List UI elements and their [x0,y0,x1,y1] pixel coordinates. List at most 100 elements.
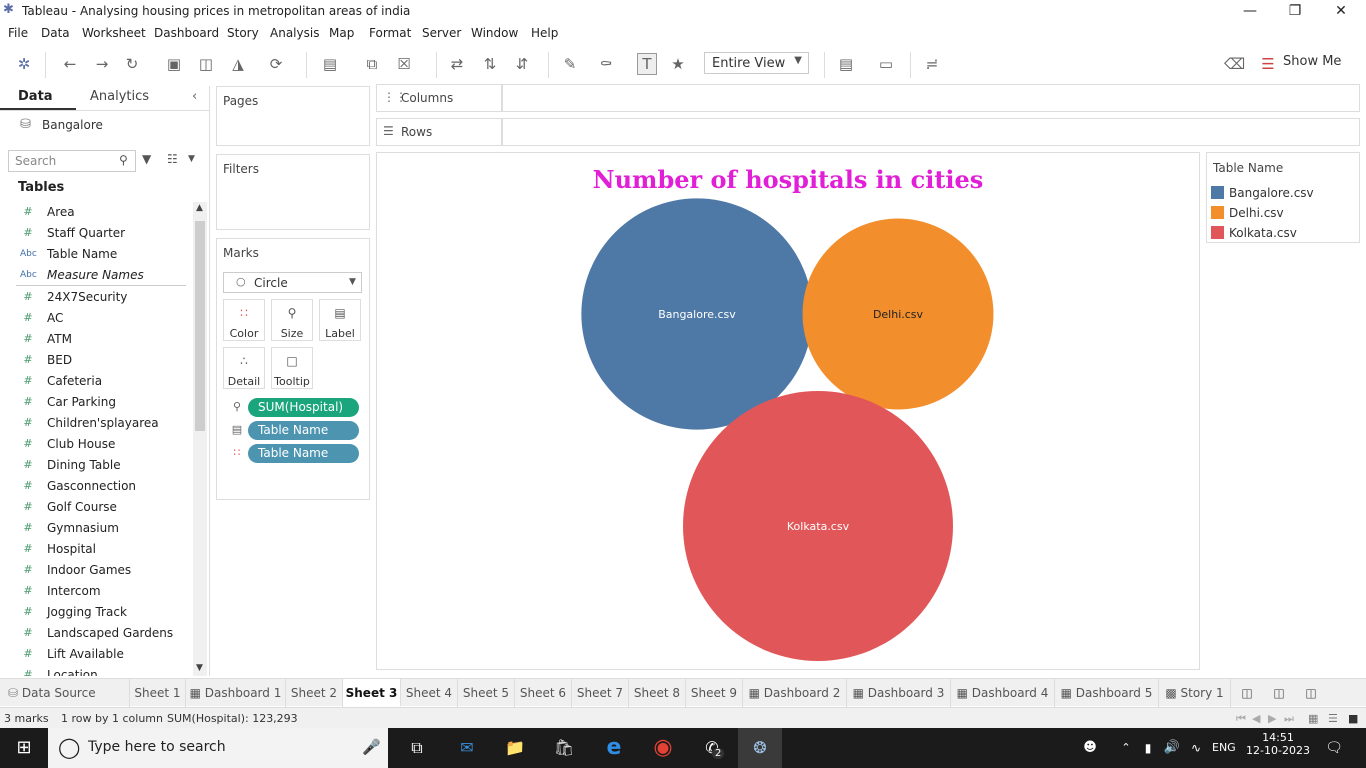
scrollbar-thumb[interactable] [195,221,205,431]
pause-updates-icon[interactable]: ◮ [228,54,248,74]
tab-sheet-3[interactable]: Sheet 3 [343,679,401,707]
share-icon[interactable]: ≓ [922,54,942,74]
restore-button[interactable]: ❐ [1272,0,1318,22]
field-item[interactable]: # Gasconnection [0,476,186,497]
tab-sheet-4[interactable]: Sheet 4 [401,679,458,707]
fix-axes-icon[interactable]: ★ [668,54,688,74]
field-item[interactable]: Abc Measure Names [0,265,186,286]
menu-format[interactable]: Format [369,26,411,40]
mark-type-select[interactable]: ○ Circle ▼ [223,272,362,293]
tab-dashboard-2[interactable]: ▦ Dashboard 2 [743,679,847,707]
sort-ascending-icon[interactable]: ⇅ [480,54,500,74]
field-item[interactable]: # Hospital [0,539,186,560]
wifi-icon[interactable]: ∿ [1182,734,1210,762]
filmstrip-view-icon[interactable]: ■ [1348,712,1358,725]
tab-dashboard-1[interactable]: ▦ Dashboard 1 [186,679,286,707]
size-button[interactable]: ⚲ Size [271,299,313,341]
show-cards-icon[interactable]: ▤ [836,54,856,74]
field-item[interactable]: # Staff Quarter [0,223,186,244]
tooltip-button[interactable]: □ Tooltip [271,347,313,389]
tableau-home-icon[interactable]: ✲ [14,54,34,74]
menu-help[interactable]: Help [531,26,558,40]
field-item[interactable]: # Cafeteria [0,371,186,392]
clear-sheet-icon[interactable]: ☒ [394,54,414,74]
field-item[interactable]: # Area [0,202,186,223]
field-item[interactable]: # Indoor Games [0,560,186,581]
field-item[interactable]: # Club House [0,434,186,455]
refresh-icon[interactable]: ⟳ [266,54,286,74]
new-story-tab-icon[interactable]: ◫ [1297,679,1325,707]
nav-next-icon[interactable]: ▶ [1268,712,1276,725]
tab-sheet-2[interactable]: Sheet 2 [286,679,343,707]
replay-icon[interactable]: ↻ [122,54,142,74]
menu-story[interactable]: Story [227,26,259,40]
pages-card[interactable]: Pages [216,86,370,146]
field-item[interactable]: # Location [0,665,186,676]
color-legend[interactable]: Table Name Bangalore.csv Delhi.csv Kolka… [1206,152,1360,243]
tab-sheet-9[interactable]: Sheet 9 [686,679,743,707]
rows-shelf[interactable] [502,118,1360,146]
tab-sheet-6[interactable]: Sheet 6 [515,679,572,707]
view-options-icon[interactable]: ☷ [167,152,178,166]
color-button[interactable]: ∷ Color [223,299,265,341]
tableau-taskbar-icon[interactable]: ❂ [738,728,782,768]
show-mark-labels-icon[interactable]: T [637,53,657,75]
scroll-down-icon[interactable]: ▼ [196,663,203,673]
pill-table-name-color[interactable]: Table Name [248,444,359,463]
tab-dashboard-5[interactable]: ▦ Dashboard 5 [1055,679,1159,707]
grid-view-icon[interactable]: ▦ [1308,712,1318,725]
detail-button[interactable]: ∴ Detail [223,347,265,389]
chevron-down-icon[interactable]: ▼ [188,154,195,164]
field-item[interactable]: Abc Table Name [0,244,186,265]
system-clock[interactable]: 14:51 12-10-2023 [1244,731,1312,757]
tab-story-1[interactable]: ▩ Story 1 [1159,679,1231,707]
field-item[interactable]: # Landscaped Gardens [0,623,186,644]
windows-start-icon[interactable]: ⊞ [10,734,38,762]
menu-map[interactable]: Map [329,26,354,40]
tab-sheet-7[interactable]: Sheet 7 [572,679,629,707]
language-indicator[interactable]: ENG [1212,741,1236,754]
redo-icon[interactable]: → [92,54,112,74]
label-button[interactable]: ▤ Label [319,299,361,341]
field-item[interactable]: #24X7Security [0,287,186,308]
datasource-name[interactable]: Bangalore [42,118,103,132]
highlight-icon[interactable]: ✎ [560,54,580,74]
field-item[interactable]: # Lift Available [0,644,186,665]
new-dashboard-tab-icon[interactable]: ◫ [1265,679,1293,707]
field-item[interactable]: # Gymnasium [0,518,186,539]
swap-rows-columns-icon[interactable]: ⇄ [447,54,467,74]
field-item[interactable]: # Dining Table [0,455,186,476]
field-item[interactable]: # Golf Course [0,497,186,518]
show-me-button[interactable]: Show Me [1283,54,1341,69]
collapse-pane-icon[interactable]: ‹ [192,89,197,104]
list-view-icon[interactable]: ☰ [1328,712,1338,725]
new-worksheet-icon[interactable]: ▤ [320,54,340,74]
store-icon[interactable]: 🛍 [550,734,578,762]
columns-shelf[interactable] [502,84,1360,112]
menu-worksheet[interactable]: Worksheet [82,26,146,40]
tab-sheet-5[interactable]: Sheet 5 [458,679,515,707]
close-button[interactable]: ✕ [1318,0,1364,22]
menu-window[interactable]: Window [471,26,518,40]
notifications-icon[interactable]: 🗨 [1320,734,1348,762]
mail-icon[interactable]: ✉ [453,734,481,762]
menu-server[interactable]: Server [422,26,461,40]
field-item[interactable]: # BED [0,350,186,371]
undo-icon[interactable]: ← [60,54,80,74]
filter-icon[interactable]: ▼ [142,152,151,166]
view-canvas[interactable]: Number of hospitals in cities Bangalore.… [376,152,1200,670]
tab-data[interactable]: Data [18,89,53,104]
scroll-up-icon[interactable]: ▲ [196,203,203,213]
file-explorer-icon[interactable]: 📁 [501,734,529,762]
nav-prev-icon[interactable]: ◀ [1252,712,1260,725]
minimize-button[interactable]: — [1227,0,1273,22]
field-item[interactable]: # Car Parking [0,392,186,413]
field-item[interactable]: # ATM [0,329,186,350]
save-icon[interactable]: ▣ [164,54,184,74]
sort-descending-icon[interactable]: ⇵ [512,54,532,74]
edge-browser-icon[interactable]: e [600,734,628,762]
pill-sum-hospital[interactable]: SUM(Hospital) [248,398,359,417]
menu-data[interactable]: Data [41,26,70,40]
pill-table-name-label[interactable]: Table Name [248,421,359,440]
field-item[interactable]: # Intercom [0,581,186,602]
